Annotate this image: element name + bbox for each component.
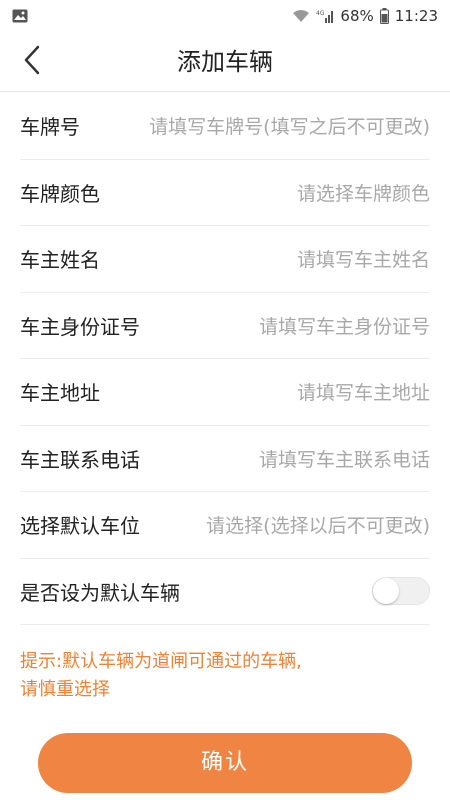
status-left (12, 9, 28, 23)
default-space-row: 选择默认车位 请选择(选择以后不可更改) (20, 492, 430, 559)
back-button[interactable] (12, 42, 52, 82)
owner-id-label: 车主身份证号 (20, 314, 140, 339)
plate-number-input[interactable]: 请填写车牌号(填写之后不可更改) (92, 112, 430, 139)
network-label: 4G (316, 10, 325, 17)
battery-percent: 68% (340, 7, 374, 25)
tip-text: 提示:默认车辆为道闸可通过的车辆, 请慎重选择 (20, 648, 430, 704)
plate-number-row: 车牌号 请填写车牌号(填写之后不可更改) (20, 93, 430, 160)
vehicle-form: 车牌号 请填写车牌号(填写之后不可更改) 车牌颜色 请选择车牌颜色 车主姓名 请… (0, 93, 450, 625)
owner-name-input[interactable]: 请填写车主姓名 (112, 245, 430, 272)
confirm-button[interactable]: 确认 (38, 733, 412, 793)
owner-address-label: 车主地址 (20, 381, 100, 406)
status-right: 4G 68% 11:23 (292, 7, 438, 25)
default-vehicle-label: 是否设为默认车辆 (20, 580, 180, 605)
tip-line-2: 请慎重选择 (20, 679, 110, 700)
owner-phone-label: 车主联系电话 (20, 447, 140, 472)
battery-icon (379, 8, 389, 24)
owner-id-input[interactable]: 请填写车主身份证号 (152, 312, 430, 339)
image-icon (12, 9, 28, 23)
owner-id-row: 车主身份证号 请填写车主身份证号 (20, 293, 430, 359)
page-title: 添加车辆 (177, 48, 273, 76)
owner-address-row: 车主地址 请填写车主地址 (20, 359, 430, 426)
nav-bar: 添加车辆 (0, 32, 450, 92)
plate-color-select[interactable]: 请选择车牌颜色 (112, 179, 430, 206)
status-time: 11:23 (394, 7, 438, 25)
owner-name-row: 车主姓名 请填写车主姓名 (20, 226, 430, 293)
toggle-knob (373, 578, 399, 605)
default-space-select[interactable]: 请选择(选择以后不可更改) (152, 511, 430, 538)
default-space-label: 选择默认车位 (20, 514, 140, 539)
signal-icon: 4G (316, 9, 334, 23)
plate-number-label: 车牌号 (20, 115, 80, 140)
owner-address-input[interactable]: 请填写车主地址 (112, 378, 430, 405)
status-bar: 4G 68% 11:23 (0, 0, 450, 32)
owner-phone-row: 车主联系电话 请填写车主联系电话 (20, 426, 430, 492)
wifi-icon (292, 9, 310, 23)
plate-color-row: 车牌颜色 请选择车牌颜色 (20, 160, 430, 226)
plate-color-label: 车牌颜色 (20, 181, 100, 206)
default-vehicle-row: 是否设为默认车辆 (20, 559, 430, 625)
tip-line-1: 提示:默认车辆为道闸可通过的车辆, (20, 651, 302, 672)
owner-phone-input[interactable]: 请填写车主联系电话 (152, 445, 430, 472)
default-vehicle-toggle[interactable] (372, 577, 430, 606)
owner-name-label: 车主姓名 (20, 248, 100, 273)
chevron-left-icon (22, 45, 42, 79)
